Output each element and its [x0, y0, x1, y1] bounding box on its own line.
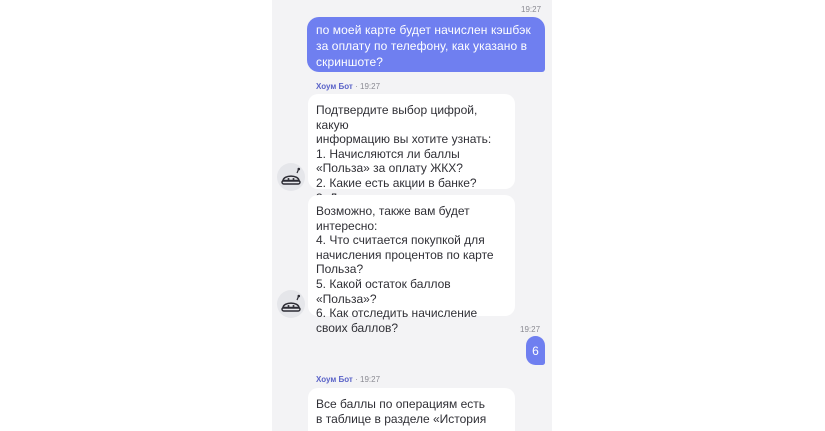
bot-message-text: Возможно, также вам будет интересно: 4. …	[316, 204, 494, 335]
bot-message-bubble[interactable]: Подтвердите выбор цифрой, какую информац…	[308, 94, 515, 205]
header-separator: ·	[355, 375, 358, 384]
bot-message-bubble[interactable]: Все баллы по операциям есть в таблице в …	[308, 388, 515, 431]
bot-message-header: Хоум Бот · 19:27	[316, 82, 380, 92]
user-message-bubble[interactable]: по моей карте будет начислен кэшбэк за о…	[307, 17, 545, 72]
bot-message-bubble[interactable]: Возможно, также вам будет интересно: 4. …	[308, 195, 515, 335]
bot-avatar	[277, 290, 305, 318]
message-timestamp: 19:27	[521, 5, 542, 14]
message-timestamp: 19:27	[360, 82, 381, 91]
bot-avatar	[277, 163, 305, 191]
header-separator: ·	[355, 82, 358, 91]
message-timestamp: 19:27	[520, 325, 541, 334]
user-message-bubble[interactable]: 6	[526, 336, 545, 365]
page: 19:27 по моей карте будет начислен кэшбэ…	[0, 0, 825, 431]
bot-message-text: Все баллы по операциям есть в таблице в …	[316, 397, 487, 426]
bot-icon	[281, 167, 301, 185]
bot-message-header: Хоум Бот · 19:27	[316, 375, 380, 385]
message-timestamp: 19:27	[360, 375, 381, 384]
chat-area[interactable]: 19:27 по моей карте будет начислен кэшбэ…	[272, 0, 552, 431]
user-message-text: 6	[532, 343, 539, 358]
bot-message-text: Подтвердите выбор цифрой, какую информац…	[316, 103, 492, 205]
user-message-text: по моей карте будет начислен кэшбэк за о…	[316, 23, 531, 69]
bot-name: Хоум Бот	[316, 375, 353, 384]
bot-icon	[281, 294, 301, 312]
bot-name: Хоум Бот	[316, 82, 353, 91]
